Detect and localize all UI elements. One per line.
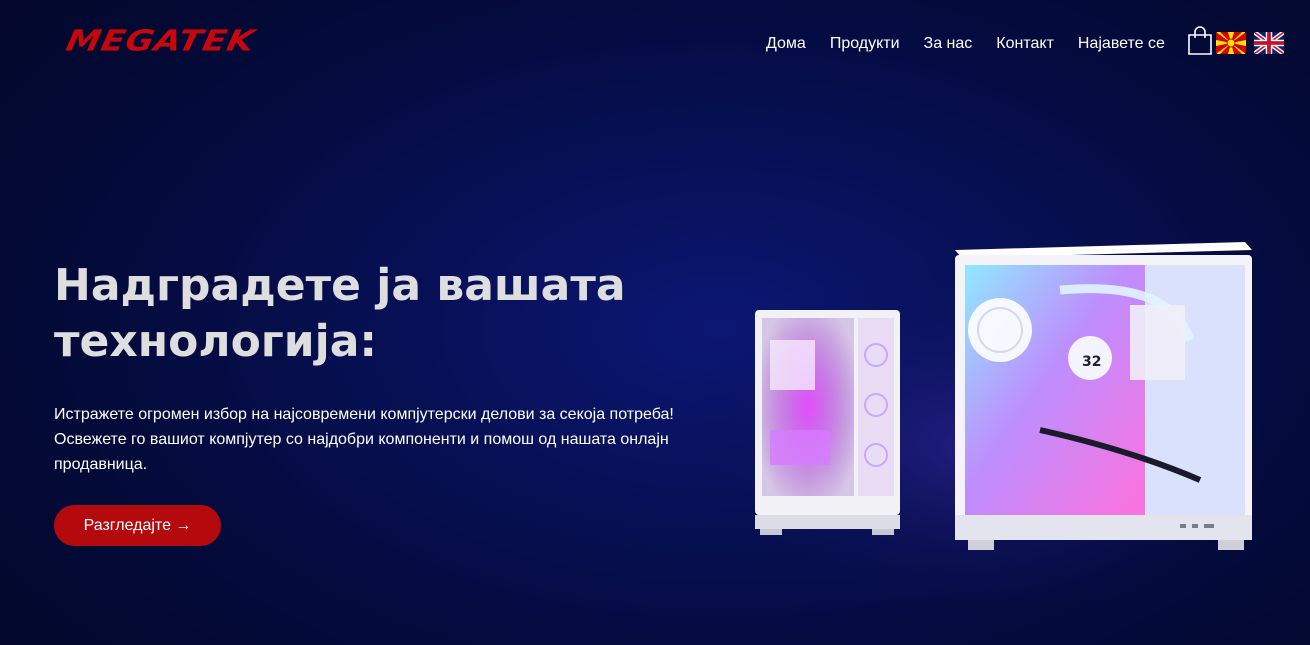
svg-text:32: 32 bbox=[1082, 354, 1101, 370]
top-navigation: MEGATEK Дома Продукти За нас Контакт Нај… bbox=[0, 0, 1310, 90]
hero-description-line: Освежете го вашиот компјутер со најдобри… bbox=[54, 431, 669, 448]
nav-link-home[interactable]: Дома bbox=[766, 34, 806, 54]
hero-description: Истражете огромен избор на најсовремени … bbox=[54, 402, 694, 477]
nav-link-about[interactable]: За нас bbox=[924, 34, 973, 54]
flag-uk-icon[interactable] bbox=[1254, 32, 1284, 54]
large-pc-case: 32 bbox=[955, 242, 1252, 550]
nav-link-login[interactable]: Најавете се bbox=[1078, 34, 1165, 54]
hero-description-line: продавница. bbox=[54, 456, 148, 473]
nav-link-contact[interactable]: Контакт bbox=[996, 34, 1054, 54]
flag-macedonia-icon[interactable] bbox=[1216, 32, 1246, 54]
small-pc-case bbox=[755, 310, 900, 535]
hero-title-line: Надградете ја вашата bbox=[54, 260, 626, 311]
hero-description-line: Истражете огромен избор на најсовремени … bbox=[54, 406, 674, 423]
shopping-bag-icon[interactable] bbox=[1187, 26, 1213, 56]
hero-title: Надградете ја вашата технологија: bbox=[54, 258, 674, 370]
browse-button[interactable]: Разгледајте → bbox=[54, 505, 221, 546]
hero-title-line: технологија: bbox=[54, 316, 377, 367]
pc-cases-image: 32 bbox=[700, 242, 1260, 600]
brand-logo[interactable]: MEGATEK bbox=[63, 24, 258, 58]
nav-link-products[interactable]: Продукти bbox=[830, 34, 900, 54]
main-menu: Дома Продукти За нас Контакт Најавете се bbox=[766, 34, 1189, 54]
